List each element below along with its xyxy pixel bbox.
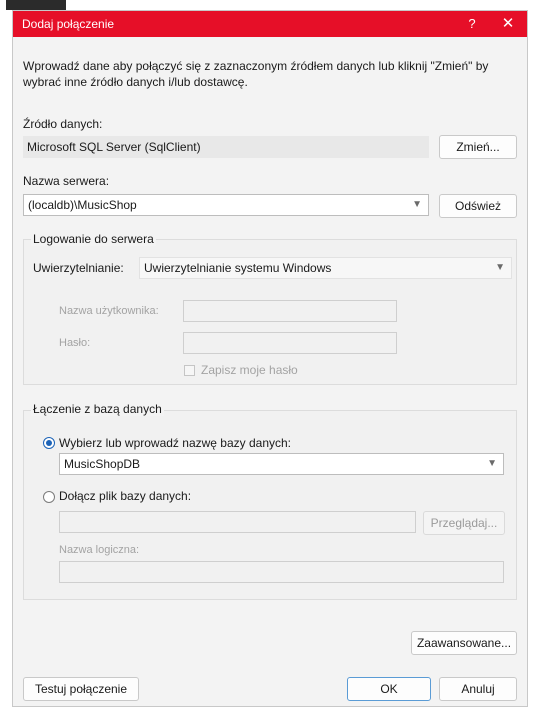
close-icon[interactable]: ✕ <box>495 14 521 34</box>
save-password-label: Zapisz moje hasło <box>201 363 298 377</box>
select-database-radio[interactable] <box>43 437 55 449</box>
password-input[interactable] <box>183 332 397 354</box>
test-connection-button[interactable]: Testuj połączenie <box>23 677 139 701</box>
save-password-checkbox[interactable] <box>184 365 195 376</box>
database-name-combo[interactable]: MusicShopDB ▼ <box>59 453 504 475</box>
attach-file-label: Dołącz plik bazy danych: <box>59 489 192 503</box>
dialog-title: Dodaj połączenie <box>22 17 115 31</box>
data-source-label: Źródło danych: <box>23 117 103 131</box>
attach-file-input[interactable] <box>59 511 416 533</box>
username-label: Nazwa użytkownika: <box>59 305 159 317</box>
advanced-button[interactable]: Zaawansowane... <box>411 631 517 655</box>
password-label: Hasło: <box>59 337 91 349</box>
data-source-field: Microsoft SQL Server (SqlClient) <box>23 136 429 158</box>
server-name-label: Nazwa serwera: <box>23 174 110 188</box>
auth-label: Uwierzytelnianie: <box>33 261 124 275</box>
auth-value: Uwierzytelnianie systemu Windows <box>144 261 332 275</box>
change-button[interactable]: Zmień... <box>439 135 517 159</box>
cancel-button[interactable]: Anuluj <box>439 677 517 701</box>
refresh-button[interactable]: Odśwież <box>439 194 517 218</box>
intro-text: Wprowadź dane aby połączyć się z zaznacz… <box>23 59 489 89</box>
logical-name-input[interactable] <box>59 561 504 583</box>
server-name-value: (localdb)\MusicShop <box>28 198 137 212</box>
server-name-combo[interactable]: (localdb)\MusicShop ▼ <box>23 194 429 216</box>
database-name-value: MusicShopDB <box>64 457 141 471</box>
login-group-title: Logowanie do serwera <box>31 232 156 246</box>
attach-file-radio[interactable] <box>43 491 55 503</box>
help-icon[interactable]: ? <box>459 14 485 34</box>
auth-combo[interactable]: Uwierzytelnianie systemu Windows ▼ <box>139 257 512 279</box>
add-connection-dialog: Dodaj połączenie ? ✕ Wprowadź dane aby p… <box>12 10 528 707</box>
username-input[interactable] <box>183 300 397 322</box>
chevron-down-icon[interactable]: ▼ <box>495 258 505 278</box>
chevron-down-icon[interactable]: ▼ <box>412 195 422 215</box>
background-window-fragment <box>6 0 66 10</box>
ok-button[interactable]: OK <box>347 677 431 701</box>
chevron-down-icon[interactable]: ▼ <box>487 454 497 474</box>
browse-button[interactable]: Przeglądaj... <box>423 511 505 535</box>
database-group-title: Łączenie z bazą danych <box>31 402 164 416</box>
title-bar: Dodaj połączenie ? ✕ <box>13 11 527 37</box>
select-database-label: Wybierz lub wprowadź nazwę bazy danych: <box>59 436 292 450</box>
background-strip <box>0 0 533 10</box>
logical-name-label: Nazwa logiczna: <box>59 544 140 556</box>
